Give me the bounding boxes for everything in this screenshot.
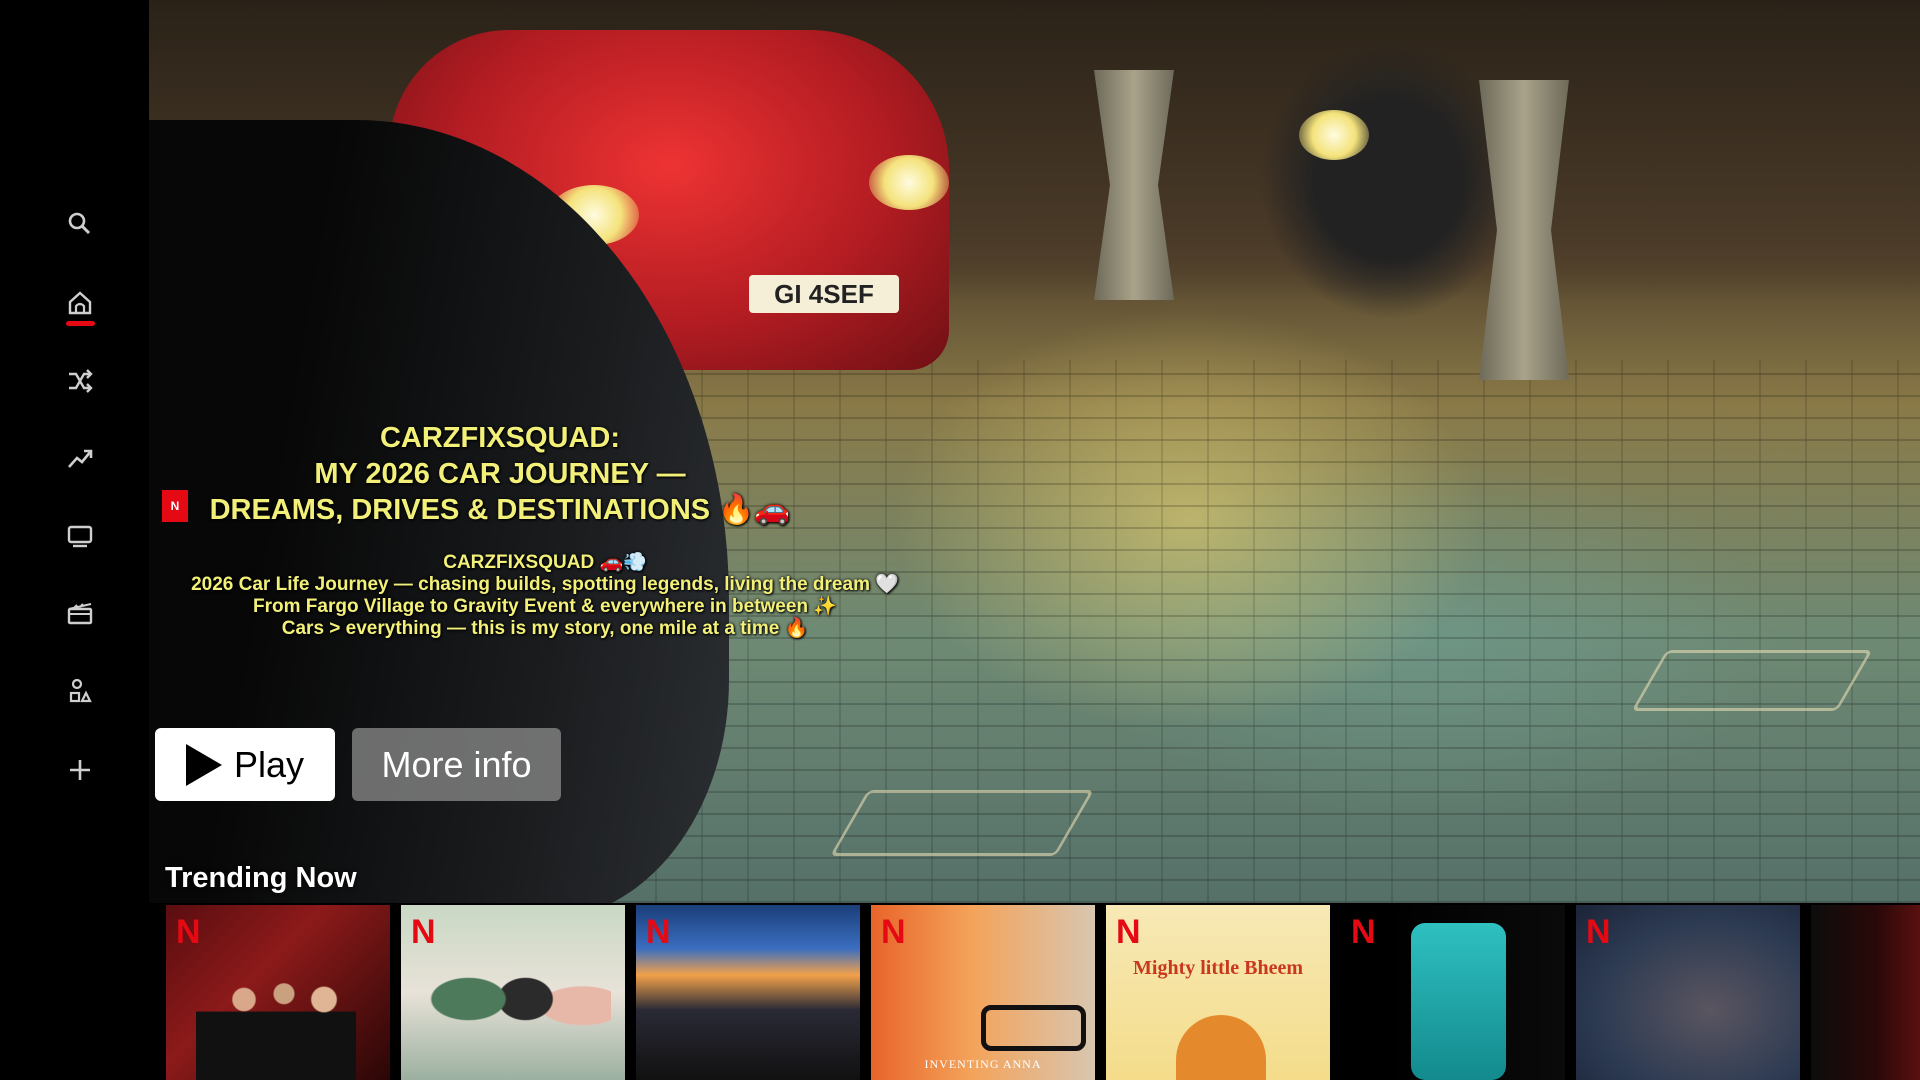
title-tile[interactable]: N [166,905,390,1080]
shuffle-icon [69,369,93,393]
home-icon [68,291,92,315]
more-info-button[interactable]: More info [352,728,561,801]
more-info-button-label: More info [381,743,532,785]
hero-title: CARZFIXSQUAD: MY 2026 CAR JOURNEY — DREA… [150,420,850,528]
nav-search[interactable] [56,200,104,248]
title-tile[interactable]: N [636,905,860,1080]
title-tile[interactable] [1811,905,1920,1080]
title-tile[interactable]: N INVENTING ANNA [871,905,1095,1080]
netflix-n-logo: N [1116,913,1141,951]
play-icon [185,743,222,786]
title-tile[interactable]: N [401,905,625,1080]
tv-icon [67,525,93,548]
hero-desc-line: 2026 Car Life Journey — chasing builds, … [191,574,899,595]
categories-icon [69,678,92,703]
active-indicator [66,321,95,326]
search-icon [68,212,91,235]
tile-caption: INVENTING ANNA [924,1057,1042,1071]
nav-movies[interactable] [56,590,104,638]
title-tile[interactable]: N [1341,905,1565,1080]
hero-title-line: MY 2026 CAR JOURNEY — [314,458,686,490]
netflix-n-logo: N [176,913,201,951]
trending-icon [68,449,93,468]
nav-shuffle[interactable] [56,357,104,405]
drain-cover [1631,650,1873,711]
nav-trending[interactable] [56,434,104,482]
car-headlight [869,155,949,210]
title-tile[interactable]: N Mighty little Bheem [1106,905,1330,1080]
nav-categories[interactable] [56,668,104,716]
poster-art [981,1005,1086,1051]
license-plate: GI 4SEF [749,275,899,313]
tile-caption: Mighty little Bheem [1133,957,1303,979]
hero-desc-line: From Fargo Village to Gravity Event & ev… [253,596,837,617]
netflix-n-logo: N [1586,913,1611,951]
hero-desc-line: CARZFIXSQUAD 🚗💨 [443,552,647,573]
netflix-n-logo: N [646,913,671,951]
hero-title-line: CARZFIXSQUAD: [379,422,621,454]
plus-icon [70,760,90,780]
drain-cover [829,790,1095,856]
hero-desc-line: Cars > everything — this is my story, on… [281,618,809,639]
poster-art [1411,923,1506,1080]
poster-art [196,965,356,1080]
poster-art [421,945,611,1080]
hero-description: CARZFIXSQUAD 🚗💨 2026 Car Life Journey — … [160,552,930,640]
trending-row: N N N N INVENTING ANNA N Mighty little B… [166,905,1920,1080]
title-tile[interactable]: N [1576,905,1800,1080]
netflix-n-logo: N [881,913,906,951]
play-button-label: Play [233,743,305,785]
motorbike-headlight [1299,110,1369,160]
nav-tv[interactable] [56,512,104,560]
row-title-trending: Trending Now [165,862,357,894]
nav-my-list[interactable] [56,746,104,794]
nav-home[interactable] [56,279,104,327]
sidebar [0,0,149,1080]
poster-art [1176,1015,1266,1080]
film-icon [67,603,93,625]
hero-title-line: DREAMS, DRIVES & DESTINATIONS 🔥🚗 [209,494,791,526]
netflix-n-logo: N [1351,913,1376,951]
netflix-badge: N [162,490,188,522]
play-button[interactable]: Play [155,728,335,801]
